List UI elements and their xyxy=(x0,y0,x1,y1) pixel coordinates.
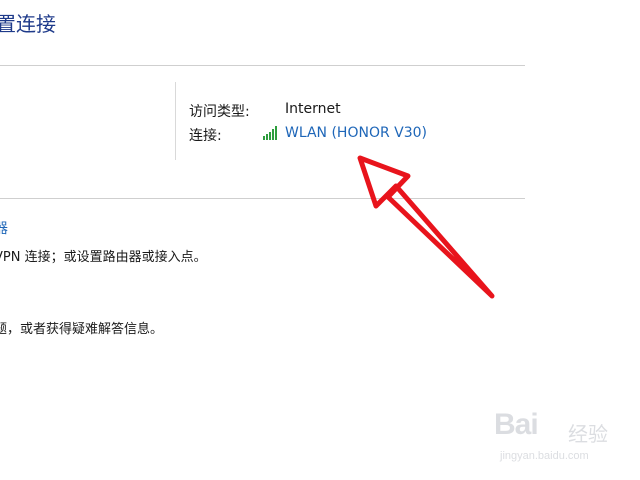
watermark-url: jingyan.baidu.com xyxy=(500,450,589,462)
troubleshoot-description: 题，或者获得疑难解答信息。 xyxy=(0,322,164,337)
access-type-value: Internet xyxy=(285,101,341,117)
connection-label: 连接: xyxy=(189,128,222,144)
connection-link[interactable]: WLAN (HONOR V30) xyxy=(285,125,427,141)
setup-connection-description: VPN 连接；或设置路由器或接入点。 xyxy=(0,250,207,265)
annotation-arrow-icon xyxy=(357,155,495,299)
access-type-label: 访问类型: xyxy=(189,104,250,120)
setup-connection-link[interactable]: 器 xyxy=(0,218,8,238)
baidu-logo: Bai xyxy=(494,408,539,441)
wifi-signal-bars-icon xyxy=(263,126,277,140)
baidu-watermark: Bai 经验 jingyan.baidu.com xyxy=(494,408,634,472)
divider xyxy=(0,65,525,66)
watermark-text: 经验 xyxy=(568,422,608,446)
column-separator xyxy=(175,82,176,160)
page-title: 置连接 xyxy=(0,12,56,36)
